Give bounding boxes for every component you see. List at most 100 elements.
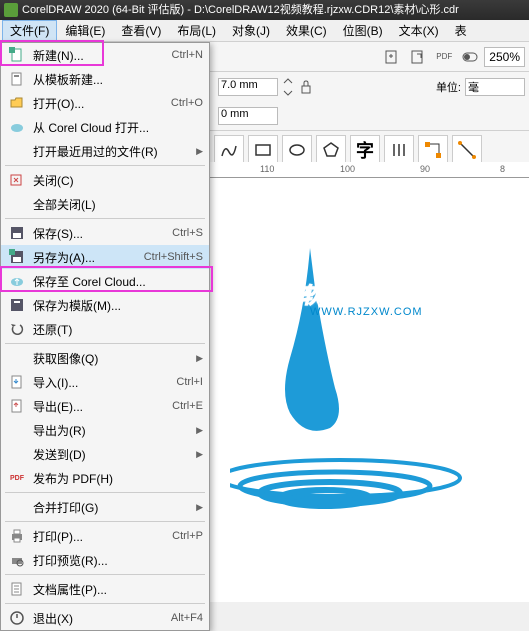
revert-icon: [7, 319, 27, 339]
tb-export-icon[interactable]: [406, 45, 430, 69]
menu-file[interactable]: 文件(F): [2, 20, 57, 41]
menu-table[interactable]: 表: [447, 20, 475, 41]
titlebar: CorelDRAW 2020 (64-Bit 评估版) - D:\CorelDR…: [0, 0, 529, 20]
logo-url: WWW.RJZXW.COM: [310, 306, 423, 318]
tool-text[interactable]: 字: [350, 135, 380, 165]
menu-item-label: 全部关闭(L): [33, 196, 203, 213]
tool-polygon[interactable]: [316, 135, 346, 165]
menu-separator: [5, 218, 205, 219]
height-input[interactable]: 0 mm: [218, 107, 278, 125]
tb-toggle-icon[interactable]: [458, 45, 482, 69]
menu-item-label: 还原(T): [33, 321, 203, 338]
menu-item-export[interactable]: 导出(E)...Ctrl+E: [1, 394, 209, 418]
menu-text[interactable]: 文本(X): [391, 20, 447, 41]
menu-item-properties[interactable]: 文档属性(P)...: [1, 577, 209, 601]
tool-parallel[interactable]: [384, 135, 414, 165]
unit-select[interactable]: 毫: [465, 78, 525, 96]
menu-item-template[interactable]: 从模板新建...: [1, 67, 209, 91]
menu-item-7[interactable]: 全部关闭(L): [1, 192, 209, 216]
submenu-arrow-icon: ▶: [196, 353, 203, 364]
canvas[interactable]: 软件自学网 WWW.RJZXW.COM: [210, 178, 529, 602]
menu-item-revert[interactable]: 还原(T): [1, 317, 209, 341]
menu-item-label: 打开最近用过的文件(R): [33, 143, 192, 160]
width-input[interactable]: 7.0 mm: [218, 78, 278, 96]
menu-item-label: 保存(S)...: [33, 225, 172, 242]
menu-shortcut: Ctrl+P: [172, 530, 203, 542]
save-icon: [7, 223, 27, 243]
blank-icon: [7, 420, 27, 440]
blank-icon: [7, 497, 27, 517]
menu-shortcut: Ctrl+Shift+S: [144, 251, 203, 263]
zoom-input[interactable]: 250%: [484, 47, 525, 67]
menu-edit[interactable]: 编辑(E): [57, 20, 113, 41]
tool-rectangle[interactable]: [248, 135, 278, 165]
blank-icon: [7, 194, 27, 214]
tool-connector[interactable]: [418, 135, 448, 165]
menu-shortcut: Ctrl+E: [172, 400, 203, 412]
menu-item-print-preview[interactable]: 打印预览(R)...: [1, 548, 209, 572]
menu-item-recent[interactable]: 打开最近用过的文件(R)▶: [1, 139, 209, 163]
file-menu-dropdown: 新建(N)...Ctrl+N 从模板新建... 打开(O)...Ctrl+O从 Co…: [0, 42, 210, 631]
menu-item-print[interactable]: 打印(P)...Ctrl+P: [1, 524, 209, 548]
menu-item-18[interactable]: 导出为(R) ▶: [1, 418, 209, 442]
menu-item-pdf[interactable]: PDF发布为 PDF(H): [1, 466, 209, 490]
menu-item-19[interactable]: 发送到(D)▶: [1, 442, 209, 466]
tool-ellipse[interactable]: [282, 135, 312, 165]
menu-shortcut: Alt+F4: [171, 612, 203, 624]
ruler-horizontal: 110 100 90 8: [210, 162, 529, 178]
tb-pdf-icon[interactable]: PDF: [432, 45, 456, 69]
menu-item-label: 导出为(R): [33, 422, 192, 439]
menu-separator: [5, 343, 205, 344]
menu-item-save-template[interactable]: 保存为模版(M)...: [1, 293, 209, 317]
menu-item-label: 保存至 Corel Cloud...: [33, 273, 203, 290]
export-icon: [7, 396, 27, 416]
cloud-open-icon: [7, 117, 27, 137]
menu-separator: [5, 165, 205, 166]
save-template-icon: [7, 295, 27, 315]
menu-item-save[interactable]: 保存(S)...Ctrl+S: [1, 221, 209, 245]
menubar: 文件(F) 编辑(E) 查看(V) 布局(L) 对象(J) 效果(C) 位图(B…: [0, 20, 529, 42]
import-icon: [7, 372, 27, 392]
menu-item-22[interactable]: 合并打印(G)▶: [1, 495, 209, 519]
menu-separator: [5, 492, 205, 493]
menu-item-cloud-open[interactable]: 从 Corel Cloud 打开...: [1, 115, 209, 139]
menu-separator: [5, 603, 205, 604]
menu-separator: [5, 574, 205, 575]
menu-item-label: 获取图像(Q): [33, 350, 192, 367]
menu-item-15[interactable]: 获取图像(Q) ▶: [1, 346, 209, 370]
open-icon: [7, 93, 27, 113]
tb-import-icon[interactable]: [380, 45, 404, 69]
menu-item-close[interactable]: 关闭(C): [1, 168, 209, 192]
print-preview-icon: [7, 550, 27, 570]
menu-item-saveas[interactable]: 另存为(A)...Ctrl+Shift+S: [1, 245, 209, 269]
menu-object[interactable]: 对象(J): [224, 20, 278, 41]
unit-label: 单位:: [436, 79, 461, 95]
properties-icon: [7, 579, 27, 599]
menu-item-label: 新建(N)...: [33, 47, 172, 64]
menu-item-import[interactable]: 导入(I)...Ctrl+I: [1, 370, 209, 394]
menu-item-label: 打开(O)...: [33, 95, 171, 112]
submenu-arrow-icon: ▶: [196, 449, 203, 460]
menu-view[interactable]: 查看(V): [113, 20, 169, 41]
menu-item-label: 导出(E)...: [33, 398, 172, 415]
tool-freehand[interactable]: [214, 135, 244, 165]
menu-item-label: 另存为(A)...: [33, 249, 144, 266]
menu-layout[interactable]: 布局(L): [169, 20, 224, 41]
new-icon: [7, 45, 27, 65]
menu-item-cloud-save[interactable]: 保存至 Corel Cloud...: [1, 269, 209, 293]
menu-item-new[interactable]: 新建(N)...Ctrl+N: [1, 43, 209, 67]
menu-item-label: 关闭(C): [33, 172, 203, 189]
menu-item-open[interactable]: 打开(O)...Ctrl+O: [1, 91, 209, 115]
menu-item-exit[interactable]: 退出(X)Alt+F4: [1, 606, 209, 630]
menu-effects[interactable]: 效果(C): [278, 20, 335, 41]
menu-item-label: 文档属性(P)...: [33, 581, 203, 598]
submenu-arrow-icon: ▶: [196, 502, 203, 513]
tool-dimension[interactable]: [452, 135, 482, 165]
saveas-icon: [7, 247, 27, 267]
spinner-icon[interactable]: [282, 77, 294, 97]
submenu-arrow-icon: ▶: [196, 425, 203, 436]
menu-bitmap[interactable]: 位图(B): [335, 20, 391, 41]
lock-icon[interactable]: [298, 79, 314, 95]
menu-item-label: 从模板新建...: [33, 71, 203, 88]
recent-icon: [7, 141, 27, 161]
